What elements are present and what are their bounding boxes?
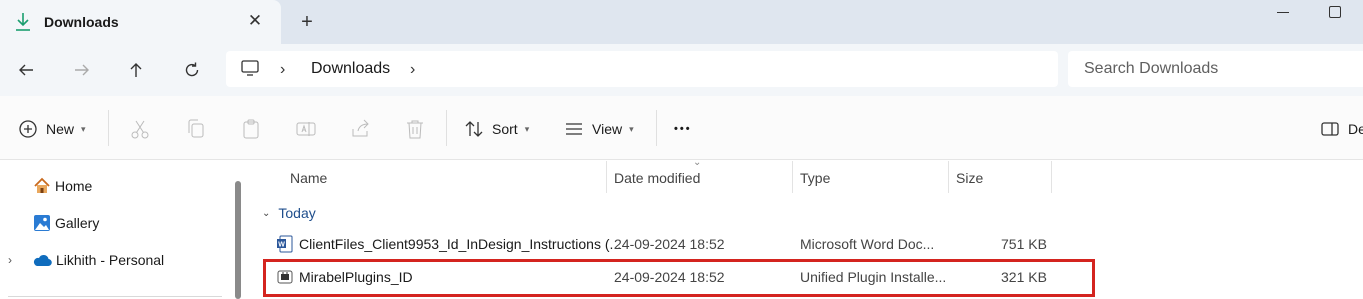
column-divider[interactable]: [792, 161, 793, 193]
sidebar-item-home[interactable]: Home: [33, 174, 92, 198]
maximize-button[interactable]: [1329, 6, 1341, 18]
cut-icon[interactable]: [128, 117, 152, 141]
group-label: Today: [278, 205, 316, 221]
address-bar[interactable]: › Downloads ›: [226, 51, 1058, 87]
svg-text:W: W: [278, 242, 285, 249]
sort-button[interactable]: Sort ▾: [464, 117, 529, 141]
column-divider[interactable]: [1051, 161, 1052, 193]
chevron-right-icon[interactable]: ›: [8, 253, 32, 267]
table-row[interactable]: W ClientFiles_Client9953_Id_InDesign_Ins…: [262, 229, 1092, 259]
details-pane-button[interactable]: De: [1320, 117, 1363, 141]
file-date: 24-09-2024 18:52: [614, 236, 725, 252]
view-button[interactable]: View ▾: [564, 117, 634, 141]
onedrive-icon: [33, 254, 52, 267]
breadcrumb-downloads[interactable]: Downloads: [311, 60, 390, 78]
paste-icon[interactable]: [239, 117, 263, 141]
divider: [656, 110, 657, 146]
address-bar-row: › Downloads › Search Downloads: [0, 44, 1363, 96]
word-doc-icon: W: [277, 235, 293, 253]
new-tab-button[interactable]: +: [296, 11, 318, 33]
plus-circle-icon: [19, 120, 37, 138]
forward-arrow-icon: [75, 64, 89, 76]
tab-title: Downloads: [44, 14, 119, 30]
share-icon[interactable]: [349, 117, 373, 141]
chevron-down-icon: ▾: [81, 123, 86, 134]
up-button[interactable]: [124, 58, 148, 82]
search-input[interactable]: Search Downloads: [1068, 51, 1363, 87]
forward-button[interactable]: [70, 58, 94, 82]
search-placeholder: Search Downloads: [1084, 60, 1219, 77]
highlight-box: [263, 259, 1095, 297]
refresh-button[interactable]: [180, 58, 204, 82]
close-tab-icon[interactable]: ✕: [245, 11, 265, 31]
sidebar-item-label: Home: [55, 178, 93, 194]
up-arrow-icon: [130, 63, 142, 77]
sidebar-item-label: Gallery: [55, 215, 100, 231]
title-bar: Downloads ✕ +: [0, 0, 1363, 44]
chevron-down-icon: ▾: [524, 123, 530, 134]
view-list-icon: [566, 123, 582, 135]
column-header-date[interactable]: Date modified: [614, 170, 700, 186]
divider: [108, 110, 109, 146]
refresh-icon: [185, 62, 199, 77]
sort-label: Sort: [492, 121, 518, 137]
new-label: New: [46, 121, 75, 137]
column-header-type[interactable]: Type: [800, 170, 830, 186]
navigation-pane: Home Gallery › Likhith - Personal: [0, 161, 233, 299]
sidebar-scrollbar[interactable]: [235, 181, 241, 299]
details-label: De: [1348, 121, 1363, 137]
chevron-right-icon[interactable]: ›: [280, 61, 285, 79]
group-header-today[interactable]: ⌄ Today: [262, 205, 316, 221]
sort-icon: [465, 121, 483, 137]
file-type: Microsoft Word Doc...: [800, 236, 935, 252]
column-header-name[interactable]: Name: [290, 170, 327, 186]
command-bar: New ▾ Sort ▾ View ▾ ••• De: [0, 96, 1363, 160]
back-button[interactable]: [14, 58, 38, 82]
column-divider[interactable]: [948, 161, 949, 193]
sidebar-item-label: Likhith - Personal: [56, 252, 165, 268]
file-name: ClientFiles_Client9953_Id_InDesign_Instr…: [299, 236, 622, 252]
details-pane-icon: [1321, 122, 1339, 136]
view-label: View: [592, 121, 623, 137]
sidebar-item-gallery[interactable]: Gallery: [33, 211, 99, 235]
chevron-right-icon[interactable]: ›: [410, 61, 415, 79]
more-options-button[interactable]: •••: [674, 117, 692, 141]
minimize-button[interactable]: [1272, 4, 1294, 20]
this-pc-icon: [241, 60, 259, 76]
column-divider[interactable]: [606, 161, 607, 193]
back-arrow-icon: [19, 64, 33, 76]
rename-icon[interactable]: [294, 117, 318, 141]
file-size: 751 KB: [1001, 236, 1047, 252]
delete-icon[interactable]: [403, 117, 427, 141]
column-header-size[interactable]: Size: [956, 170, 983, 186]
divider: [446, 110, 447, 146]
chevron-down-icon: ▾: [629, 123, 634, 134]
sidebar-item-onedrive[interactable]: › Likhith - Personal: [8, 248, 164, 272]
gallery-icon: [34, 215, 50, 231]
home-icon: [34, 177, 50, 193]
new-button[interactable]: New ▾: [18, 117, 86, 141]
tab-downloads[interactable]: Downloads ✕: [0, 0, 281, 44]
chevron-down-icon: ⌄: [262, 207, 271, 219]
download-icon: [16, 13, 30, 31]
sort-indicator-icon: ⌄: [693, 157, 702, 168]
copy-icon[interactable]: [184, 117, 208, 141]
divider: [8, 296, 222, 297]
